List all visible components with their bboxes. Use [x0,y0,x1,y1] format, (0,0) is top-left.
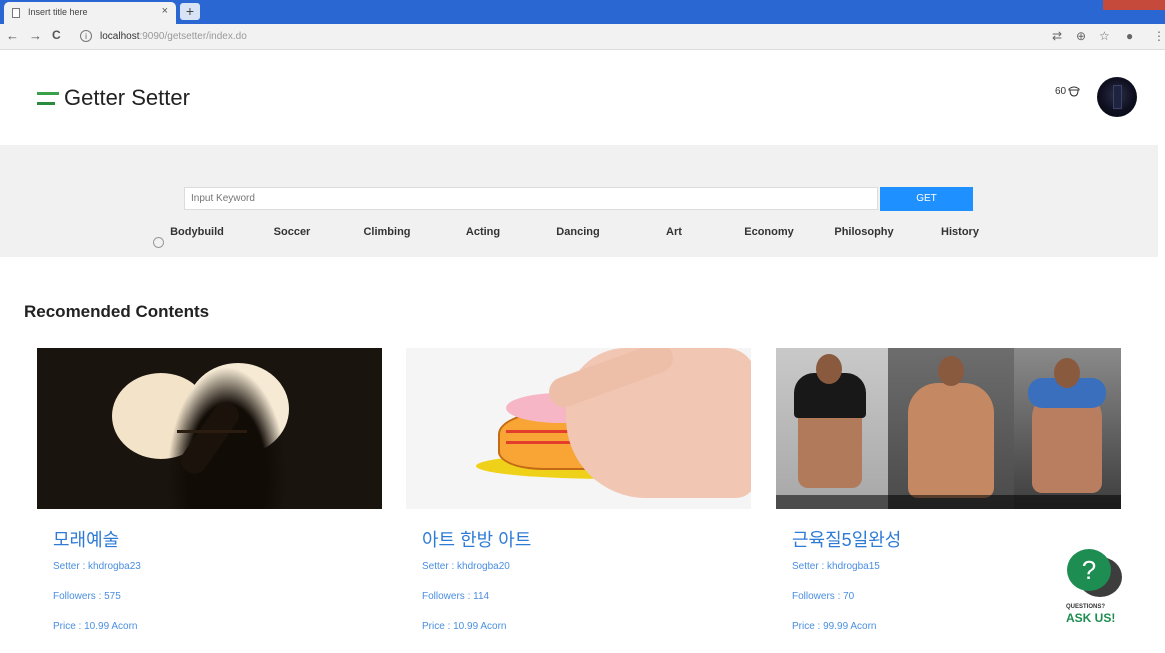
card-followers: Followers : 114 [422,591,490,602]
get-button[interactable]: GET [880,187,973,211]
card-setter: Setter : khdrogba15 [792,561,880,572]
page-content: Getter Setter 60 GET Bodybuild Soccer Cl… [0,51,1165,653]
tab-title: Insert title here [28,7,88,17]
back-arrow-icon[interactable]: ← [6,28,19,43]
card-title[interactable]: 아트 한방 아트 [422,526,531,552]
ask-big-label: ASK US! [1066,611,1116,625]
card-price: Price : 10.99 Acorn [53,621,138,632]
card-price: Price : 10.99 Acorn [422,621,507,632]
card-setter: Setter : khdrogba23 [53,561,141,572]
logo-mark-icon [37,91,59,105]
category-bodybuild[interactable]: Bodybuild [170,226,224,238]
card-price: Price : 99.99 Acorn [792,621,877,632]
card-thumbnail[interactable] [37,348,382,509]
search-section: GET Bodybuild Soccer Climbing Acting Dan… [0,145,1158,257]
category-art[interactable]: Art [666,226,682,238]
acorn-balance[interactable]: 60 [1055,85,1080,97]
category-climbing[interactable]: Climbing [363,226,410,238]
card-followers: Followers : 575 [53,591,121,602]
translate-icon[interactable]: ⇄ [1052,29,1062,43]
bookmark-star-icon[interactable]: ☆ [1099,29,1110,43]
category-history[interactable]: History [941,226,979,238]
section-title: Recomended Contents [24,302,210,321]
zoom-icon[interactable]: ⊕ [1076,29,1086,43]
content-card[interactable]: 아트 한방 아트 Setter : khdrogba20 Followers :… [406,348,752,632]
address-bar[interactable]: i localhost:9090/getsetter/index.do [72,27,1042,47]
card-title[interactable]: 근육질5일완성 [792,526,901,552]
ask-small-label: QUESTIONS? [1066,604,1106,610]
category-economy[interactable]: Economy [744,226,794,238]
logo-text: Getter Setter [64,85,190,110]
acorn-icon [1068,86,1080,97]
category-nav: Bodybuild Soccer Climbing Acting Dancing… [150,226,1010,244]
category-acting[interactable]: Acting [466,226,500,238]
content-card[interactable]: 모래예술 Setter : khdrogba23 Followers : 575… [37,348,383,632]
card-thumbnail[interactable] [776,348,1121,509]
acorn-count-value: 60 [1055,85,1067,97]
question-icon[interactable]: ? [1067,549,1111,591]
card-followers: Followers : 70 [792,591,855,602]
browser-tabstrip: Insert title here × + [0,0,1165,24]
search-input[interactable] [184,187,878,210]
close-tab-icon[interactable]: × [162,5,168,17]
browser-tab[interactable]: Insert title here × [4,2,176,24]
window-close-button[interactable] [1103,0,1165,10]
new-tab-button[interactable]: + [180,3,200,20]
ask-us-widget[interactable]: ? QUESTIONS? ASK US! [1064,549,1124,629]
profile-icon[interactable]: ● [1126,29,1133,43]
content-card[interactable]: 근육질5일완성 Setter : khdrogba15 Followers : … [776,348,1122,632]
card-title[interactable]: 모래예술 [53,526,119,552]
card-thumbnail[interactable] [406,348,751,509]
info-icon[interactable]: i [80,30,92,42]
menu-dots-icon[interactable]: ⋮ [1153,29,1165,43]
card-setter: Setter : khdrogba20 [422,561,510,572]
category-soccer[interactable]: Soccer [274,226,311,238]
user-avatar[interactable] [1097,77,1137,117]
url-text[interactable]: localhost:9090/getsetter/index.do [100,31,247,42]
mouse-cursor-indicator [153,237,164,248]
category-philosophy[interactable]: Philosophy [834,226,893,238]
browser-toolbar: ← → C i localhost:9090/getsetter/index.d… [0,24,1165,50]
reload-icon[interactable]: C [52,28,61,42]
page-icon [12,8,20,18]
site-logo[interactable]: Getter Setter [37,85,190,111]
forward-arrow-icon[interactable]: → [29,28,42,43]
category-dancing[interactable]: Dancing [556,226,599,238]
